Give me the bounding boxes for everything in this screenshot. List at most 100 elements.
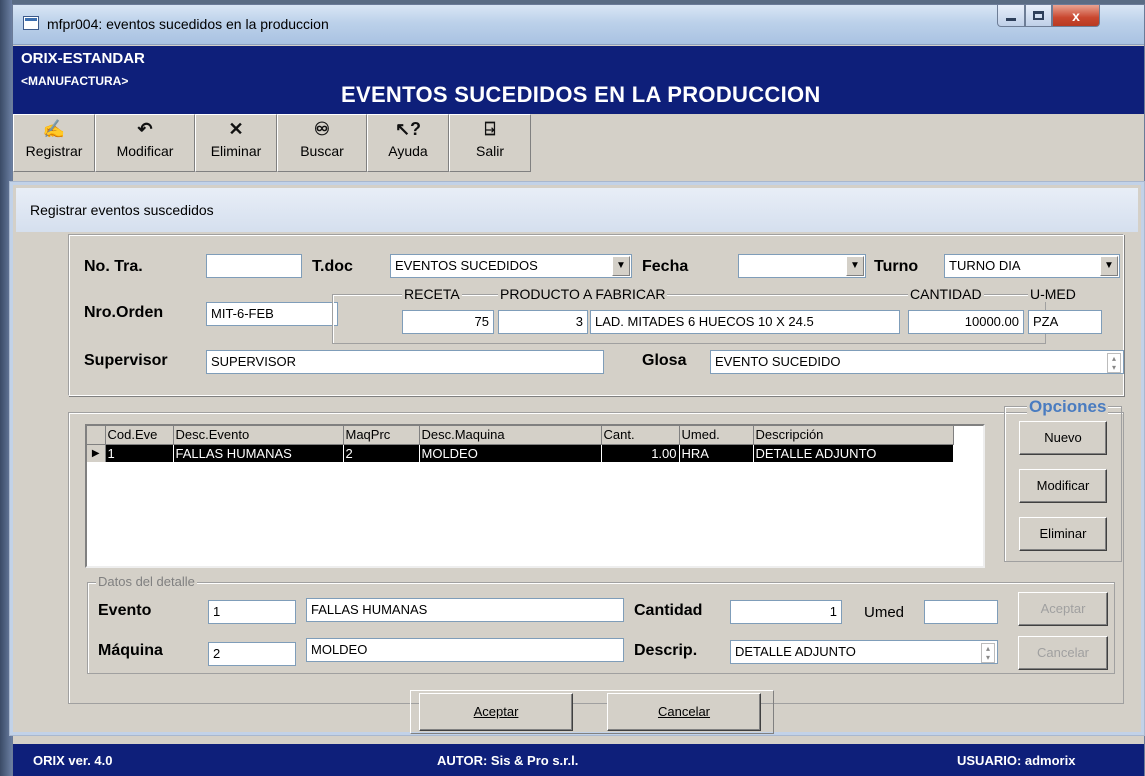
col-cant[interactable]: Cant. — [601, 426, 680, 445]
descrip-label: Descrip. — [634, 642, 698, 659]
app-window: mfpr004: eventos sucedidos en la producc… — [9, 4, 1145, 776]
modificar-button[interactable]: Modificar — [1019, 469, 1107, 503]
exit-door-icon: ⍈ — [484, 119, 496, 139]
close-icon: x — [1072, 7, 1080, 24]
cell-umed: HRA — [679, 444, 754, 462]
cantidad-label: CANTIDAD — [908, 286, 984, 302]
producto-code-field[interactable]: 3 — [498, 310, 588, 334]
det-umed-field[interactable] — [924, 600, 998, 624]
toolbar: ✍ Registrar ↶ Modificar ✕ Eliminar ♾ Bus… — [13, 114, 1144, 174]
aceptar-button[interactable]: Aceptar — [419, 693, 573, 731]
maximize-icon — [1033, 11, 1044, 20]
company-name: ORIX-ESTANDAR — [21, 50, 145, 67]
det-cancelar-button[interactable]: Cancelar — [1018, 636, 1108, 670]
status-bar: ORIX ver. 4.0 AUTOR: Sis & Pro s.r.l. US… — [13, 744, 1144, 776]
no-tra-field[interactable] — [206, 254, 302, 278]
toolbar-eliminar-button[interactable]: ✕ Eliminar — [195, 114, 277, 172]
help-pointer-icon: ↖? — [394, 119, 422, 139]
cantidad-field[interactable]: 10000.00 — [908, 310, 1024, 334]
user-text: USUARIO: admorix — [957, 753, 1076, 768]
col-desc-maquina[interactable]: Desc.Maquina — [419, 426, 602, 445]
close-button[interactable]: x — [1052, 5, 1100, 27]
nro-orden-field[interactable]: MIT-6-FEB — [206, 302, 338, 326]
col-umed[interactable]: Umed. — [679, 426, 754, 445]
module-name: <MANUFACTURA> — [21, 74, 129, 88]
supervisor-field[interactable]: SUPERVISOR — [206, 350, 604, 374]
chevron-down-icon[interactable]: ▼ — [846, 256, 864, 276]
version-text: ORIX ver. 4.0 — [33, 753, 113, 768]
tdoc-select[interactable]: EVENTOS SUCEDIDOS ▼ — [390, 254, 632, 278]
col-descripcion[interactable]: Descripción — [753, 426, 954, 445]
author-text: AUTOR: Sis & Pro s.r.l. — [437, 753, 579, 768]
maquina-desc-field[interactable]: MOLDEO — [306, 638, 624, 662]
events-grid[interactable]: Cod.Eve Desc.Evento MaqPrc Desc.Maquina … — [85, 424, 985, 568]
evento-code-field[interactable]: 1 — [208, 600, 296, 624]
opciones-legend: Opciones — [1027, 397, 1109, 417]
footer-buttons: Aceptar Cancelar — [410, 690, 774, 734]
grid-header-row: Cod.Eve Desc.Evento MaqPrc Desc.Maquina … — [87, 426, 954, 445]
register-icon: ✍ — [42, 119, 66, 139]
tdoc-label: T.doc — [312, 258, 353, 275]
glosa-label: Glosa — [642, 352, 687, 369]
spin-arrows-icon[interactable]: ▴ ▾ — [981, 643, 995, 663]
fecha-picker[interactable]: ▼ — [738, 254, 866, 278]
toolbar-registrar-label: Registrar — [25, 143, 83, 159]
toolbar-registrar-button[interactable]: ✍ Registrar — [13, 114, 95, 172]
spin-arrows-icon[interactable]: ▴ ▾ — [1107, 353, 1121, 373]
tdoc-value: EVENTOS SUCEDIDOS — [395, 258, 538, 273]
toolbar-eliminar-label: Eliminar — [210, 143, 262, 159]
col-maqprc[interactable]: MaqPrc — [343, 426, 420, 445]
grid-corner — [87, 426, 106, 445]
cancelar-button[interactable]: Cancelar — [607, 693, 761, 731]
window-titlebar[interactable]: mfpr004: eventos sucedidos en la producc… — [13, 5, 1144, 45]
descrip-field[interactable]: DETALLE ADJUNTO ▴ ▾ — [730, 640, 998, 664]
turno-label: Turno — [874, 258, 919, 275]
toolbar-modificar-label: Modificar — [116, 143, 174, 159]
umed-field[interactable]: PZA — [1028, 310, 1102, 334]
fecha-label: Fecha — [642, 258, 689, 275]
umed-label: U-MED — [1028, 286, 1078, 302]
det-cantidad-label: Cantidad — [634, 602, 703, 619]
evento-label: Evento — [98, 602, 152, 619]
det-aceptar-button[interactable]: Aceptar — [1018, 592, 1108, 626]
row-indicator-icon: ▶ — [87, 444, 106, 462]
chevron-down-icon[interactable]: ▼ — [1100, 256, 1118, 276]
toolbar-salir-button[interactable]: ⍈ Salir — [449, 114, 531, 172]
maximize-button[interactable] — [1025, 5, 1052, 27]
glosa-field[interactable]: EVENTO SUCEDIDO ▴ ▾ — [710, 350, 1124, 374]
cell-desc-evento: FALLAS HUMANAS — [173, 444, 344, 462]
receta-field[interactable]: 75 — [402, 310, 494, 334]
turno-select[interactable]: TURNO DIA ▼ — [944, 254, 1120, 278]
col-cod-eve[interactable]: Cod.Eve — [105, 426, 174, 445]
nuevo-button[interactable]: Nuevo — [1019, 421, 1107, 455]
table-row[interactable]: ▶ 1 FALLAS HUMANAS 2 MOLDEO 1.00 HRA DET… — [87, 444, 954, 462]
det-cantidad-field[interactable]: 1 — [730, 600, 842, 624]
evento-desc-field[interactable]: FALLAS HUMANAS — [306, 598, 624, 622]
eliminar-button[interactable]: Eliminar — [1019, 517, 1107, 551]
producto-label: PRODUCTO A FABRICAR — [498, 286, 668, 302]
registrar-panel: Registrar eventos suscedidos No. Tra. T.… — [9, 181, 1145, 736]
maquina-label: Máquina — [98, 642, 163, 659]
supervisor-label: Supervisor — [84, 352, 168, 369]
cell-maqprc: 2 — [343, 444, 420, 462]
maquina-code-field[interactable]: 2 — [208, 642, 296, 666]
toolbar-modificar-button[interactable]: ↶ Modificar — [95, 114, 195, 172]
delete-x-icon: ✕ — [228, 119, 244, 139]
col-desc-evento[interactable]: Desc.Evento — [173, 426, 344, 445]
det-umed-label: Umed — [864, 604, 905, 621]
undo-icon: ↶ — [137, 119, 153, 139]
toolbar-ayuda-button[interactable]: ↖? Ayuda — [367, 114, 449, 172]
datos-detalle-legend: Datos del detalle — [96, 574, 197, 589]
cell-cod-eve: 1 — [105, 444, 174, 462]
toolbar-salir-label: Salir — [475, 143, 504, 159]
chevron-down-icon[interactable]: ▼ — [612, 256, 630, 276]
toolbar-buscar-button[interactable]: ♾ Buscar — [277, 114, 367, 172]
toolbar-buscar-label: Buscar — [300, 143, 344, 159]
opciones-group: Opciones Nuevo Modificar Eliminar — [1004, 397, 1122, 562]
minimize-button[interactable] — [997, 5, 1025, 27]
minimize-icon — [1006, 18, 1016, 21]
app-icon — [23, 16, 39, 30]
turno-value: TURNO DIA — [949, 258, 1021, 273]
descrip-value: DETALLE ADJUNTO — [735, 644, 856, 659]
producto-desc-field[interactable]: LAD. MITADES 6 HUECOS 10 X 24.5 — [590, 310, 900, 334]
